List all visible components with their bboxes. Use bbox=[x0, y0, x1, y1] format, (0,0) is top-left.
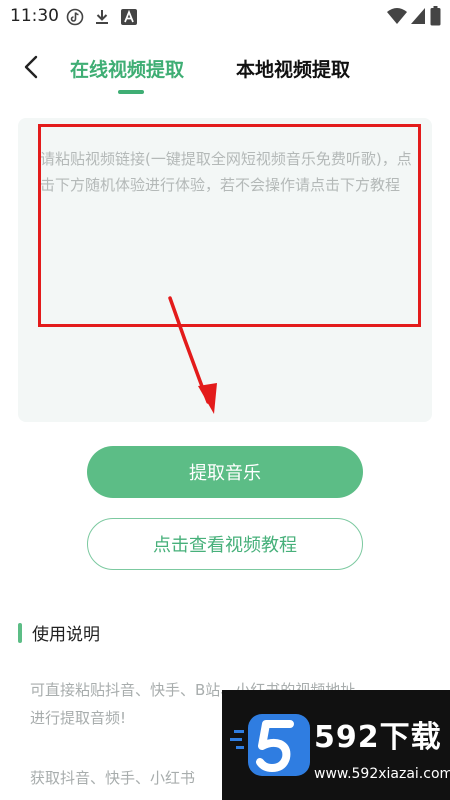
instructions-header: 使用说明 bbox=[18, 620, 100, 645]
extract-music-button[interactable]: 提取音乐 bbox=[87, 446, 363, 498]
watermark: 592下载 www.592xiazai.com bbox=[222, 690, 450, 800]
video-link-input[interactable] bbox=[40, 146, 420, 246]
tab-local-extract[interactable]: 本地视频提取 bbox=[236, 55, 350, 82]
active-tab-indicator bbox=[118, 90, 144, 94]
tab-online-extract[interactable]: 在线视频提取 bbox=[70, 55, 184, 82]
wifi-icon bbox=[386, 7, 408, 25]
watermark-title: 592下载 bbox=[314, 720, 442, 755]
back-button[interactable] bbox=[16, 52, 46, 82]
status-bar: 11:30 bbox=[0, 0, 450, 34]
signal-icon bbox=[410, 7, 426, 25]
section-accent-bar bbox=[18, 622, 22, 643]
header: 在线视频提取 本地视频提取 bbox=[0, 40, 450, 100]
status-time: 11:30 bbox=[10, 6, 59, 26]
chevron-left-icon bbox=[24, 55, 38, 79]
font-icon bbox=[120, 8, 138, 26]
link-input-panel bbox=[18, 118, 432, 422]
instruction-line: 获取抖音、快手、小红书 bbox=[30, 769, 196, 787]
app-screen: 11:30 在线视频提取 本地视频提取 请粘贴视频链接(一键提取全网短视频音乐免… bbox=[0, 0, 450, 800]
battery-icon bbox=[430, 6, 441, 26]
site-logo-icon bbox=[230, 714, 310, 776]
download-icon bbox=[94, 8, 110, 26]
watermark-url: www.592xiazai.com bbox=[314, 766, 450, 782]
instructions-title: 使用说明 bbox=[32, 625, 100, 645]
tiktok-icon bbox=[66, 8, 84, 26]
video-tutorial-button[interactable]: 点击查看视频教程 bbox=[87, 518, 363, 570]
